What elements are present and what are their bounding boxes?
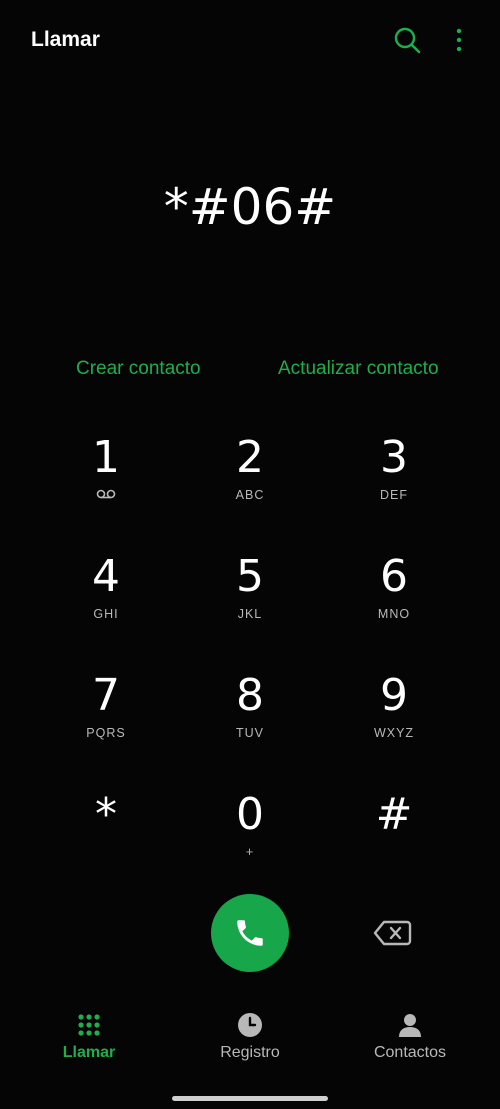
backspace-button[interactable] <box>372 918 412 948</box>
nav-contactos[interactable]: Contactos <box>327 1010 493 1062</box>
nav-registro[interactable]: Registro <box>167 1010 333 1062</box>
key-letters: TUV <box>236 726 264 740</box>
key-digit: # <box>375 789 413 840</box>
more-options-button[interactable] <box>441 22 477 58</box>
phone-icon <box>237 920 263 946</box>
key-letters: MNO <box>377 607 411 621</box>
key-1[interactable]: 1 <box>34 430 178 540</box>
key-digit: 7 <box>92 670 120 721</box>
backspace-icon <box>373 920 412 946</box>
nav-label: Registro <box>220 1044 280 1061</box>
dialed-number: *#06# <box>163 178 337 236</box>
home-indicator[interactable] <box>172 1096 328 1101</box>
person-icon <box>399 1014 421 1037</box>
more-vert-icon <box>456 28 462 52</box>
key-letters: WXYZ <box>373 726 415 740</box>
key-digit: 1 <box>92 432 120 483</box>
key-star[interactable]: * <box>34 787 178 897</box>
key-letters: GHI <box>93 607 119 621</box>
key-9[interactable]: 9 WXYZ <box>322 668 466 778</box>
bottom-navigation: Llamar Registro Contactos <box>0 1010 500 1080</box>
key-letters: DEF <box>380 488 408 502</box>
key-2[interactable]: 2 ABC <box>178 430 322 540</box>
nav-llamar[interactable]: Llamar <box>6 1010 172 1062</box>
key-6[interactable]: 6 MNO <box>322 549 466 659</box>
key-digit: 0 <box>236 789 264 840</box>
create-contact-link[interactable]: Crear contacto <box>76 358 201 380</box>
nav-label: Contactos <box>373 1044 447 1061</box>
key-digit: * <box>95 789 117 840</box>
key-3[interactable]: 3 DEF <box>322 430 466 540</box>
nav-label: Llamar <box>62 1044 116 1061</box>
key-letters: PQRS <box>86 726 126 740</box>
clock-icon <box>238 1013 262 1037</box>
search-icon <box>394 27 421 54</box>
search-button[interactable] <box>389 22 425 58</box>
key-letters: + <box>245 845 255 859</box>
key-digit: 6 <box>380 551 408 602</box>
contact-actions: Crear contacto Actualizar contacto <box>0 358 500 388</box>
voicemail-icon <box>34 488 178 502</box>
key-digit: 4 <box>92 551 120 602</box>
update-contact-link[interactable]: Actualizar contacto <box>278 358 439 380</box>
key-5[interactable]: 5 JKL <box>178 549 322 659</box>
key-4[interactable]: 4 GHI <box>34 549 178 659</box>
key-8[interactable]: 8 TUV <box>178 668 322 778</box>
key-letters: JKL <box>237 607 263 621</box>
top-bar: Llamar <box>0 0 500 80</box>
key-digit: 8 <box>236 670 264 721</box>
dialpad-icon <box>78 1014 100 1036</box>
key-digit: 2 <box>236 432 264 483</box>
key-0[interactable]: 0 + <box>178 787 322 897</box>
key-7[interactable]: 7 PQRS <box>34 668 178 778</box>
key-digit: 5 <box>236 551 264 602</box>
app-title: Llamar <box>31 28 100 51</box>
key-digit: 3 <box>380 432 408 483</box>
key-hash[interactable]: # <box>322 787 466 897</box>
call-button[interactable] <box>211 894 289 972</box>
key-digit: 9 <box>380 670 408 721</box>
key-letters: ABC <box>235 488 265 502</box>
